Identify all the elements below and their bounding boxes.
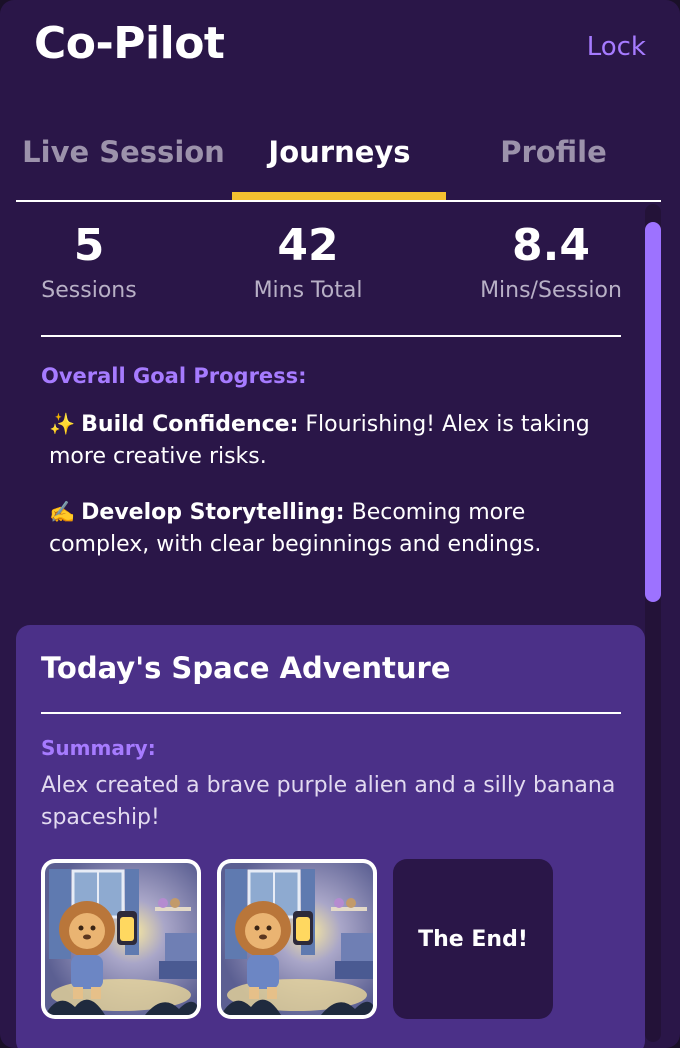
stat-mins-total: 42 Mins Total — [241, 220, 375, 303]
goal-progress-heading: Overall Goal Progress: — [41, 364, 307, 388]
card-divider — [41, 712, 621, 714]
stat-value: 42 — [277, 220, 339, 271]
lion-lantern-illustration-icon — [45, 863, 197, 1015]
lion-lantern-illustration-icon — [221, 863, 373, 1015]
stat-label: Mins Total — [253, 278, 363, 303]
stats-row: 5 Sessions 42 Mins Total 8.4 Mins/Sessio… — [41, 220, 622, 337]
stat-label: Mins/Session — [480, 278, 622, 303]
stat-value: 8.4 — [512, 220, 590, 271]
goal-item-storytelling: ✍️ Develop Storytelling: Becoming more co… — [49, 496, 619, 561]
sparkles-icon: ✨ — [49, 412, 76, 436]
active-tab-indicator — [232, 192, 446, 200]
goal-name: Develop Storytelling: — [81, 500, 345, 525]
app-title: Co-Pilot — [34, 18, 225, 69]
end-card-label: The End! — [418, 926, 528, 952]
tab-profile[interactable]: Profile — [446, 118, 661, 200]
tab-bar: Live Session Journeys Profile — [16, 118, 661, 202]
session-card[interactable]: Today's Space Adventure Summary: Alex cr… — [16, 625, 645, 1048]
app-window: Co-Pilot Lock Live Session Journeys Prof… — [0, 0, 680, 1048]
header: Co-Pilot Lock — [0, 0, 680, 100]
stat-value: 5 — [73, 220, 105, 271]
summary-label: Summary: — [41, 736, 156, 760]
story-thumbnail-2[interactable] — [217, 859, 377, 1019]
goal-item-confidence: ✨ Build Confidence: Flourishing! Alex is … — [49, 408, 619, 473]
scrollbar-thumb[interactable] — [645, 222, 661, 602]
story-thumbnail-1[interactable] — [41, 859, 201, 1019]
tab-journeys[interactable]: Journeys — [232, 118, 447, 200]
story-end-card[interactable]: The End! — [393, 859, 553, 1019]
stat-label: Sessions — [41, 278, 137, 303]
stat-sessions: 5 Sessions — [41, 220, 137, 303]
writing-hand-icon: ✍️ — [49, 500, 76, 524]
summary-text: Alex created a brave purple alien and a … — [41, 773, 616, 830]
journeys-scroll-area[interactable]: 5 Sessions 42 Mins Total 8.4 Mins/Sessio… — [16, 202, 646, 1048]
stat-mins-per-session: 8.4 Mins/Session — [469, 220, 633, 303]
tab-live-session[interactable]: Live Session — [16, 118, 231, 200]
session-card-title: Today's Space Adventure — [41, 651, 451, 685]
lock-button[interactable]: Lock — [587, 32, 646, 62]
goal-name: Build Confidence: — [81, 412, 299, 437]
